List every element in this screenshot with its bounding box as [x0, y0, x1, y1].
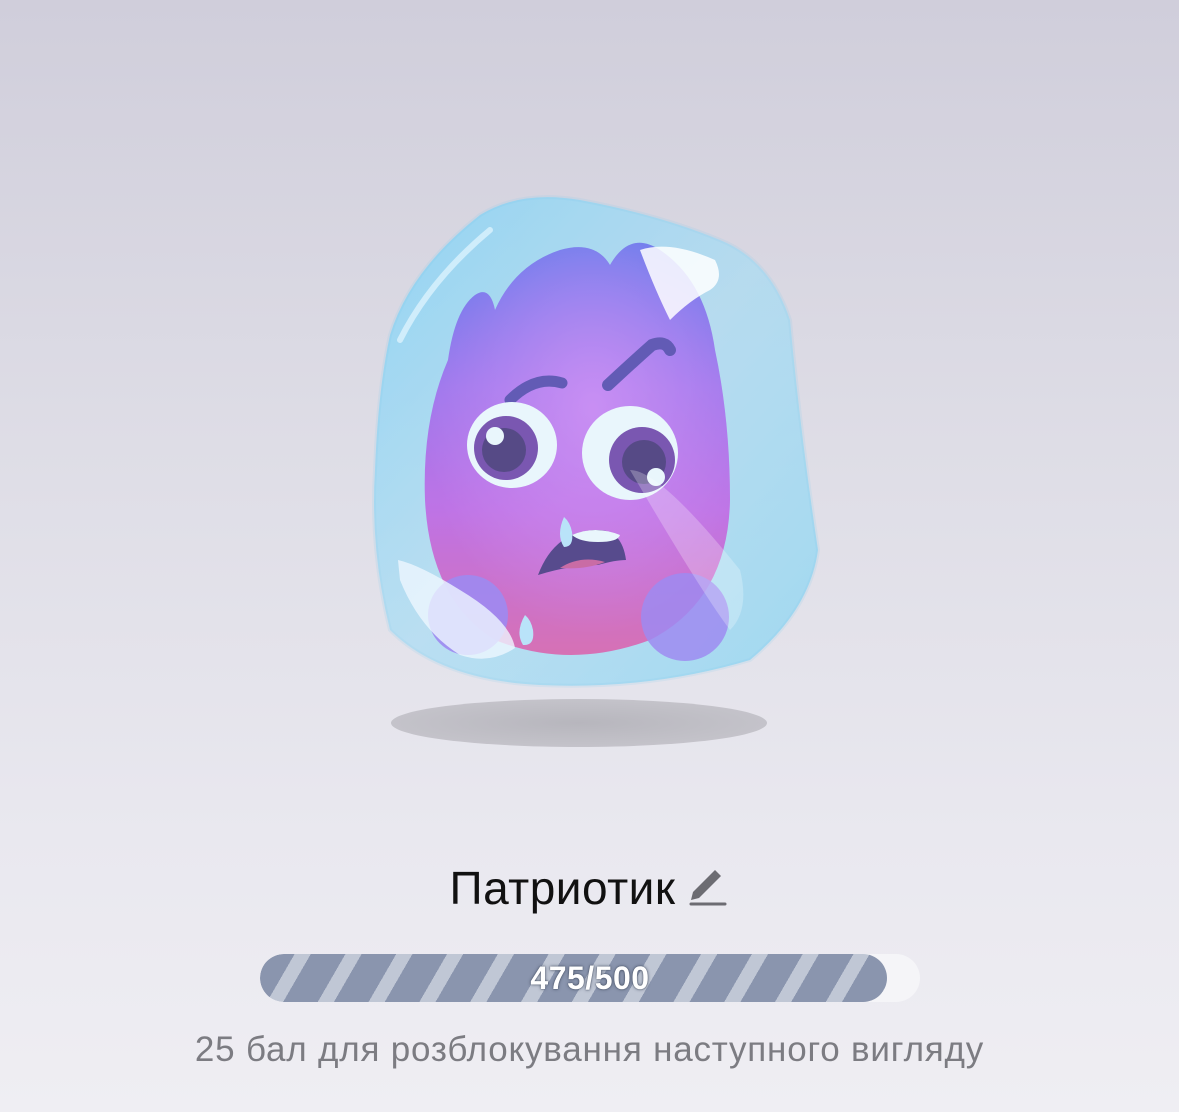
pet-character-illustration[interactable]: [330, 170, 850, 770]
progress-label: 475/500: [530, 959, 650, 996]
pencil-icon[interactable]: [685, 866, 729, 910]
progress-bar: 475/500: [260, 954, 920, 1002]
unlock-hint: 25 бал для розблокування наступного вигл…: [194, 1030, 985, 1069]
pet-shadow: [391, 699, 767, 747]
pet-name-row: Патриотик: [0, 858, 1179, 918]
pet-name: Патриотик: [449, 862, 676, 914]
